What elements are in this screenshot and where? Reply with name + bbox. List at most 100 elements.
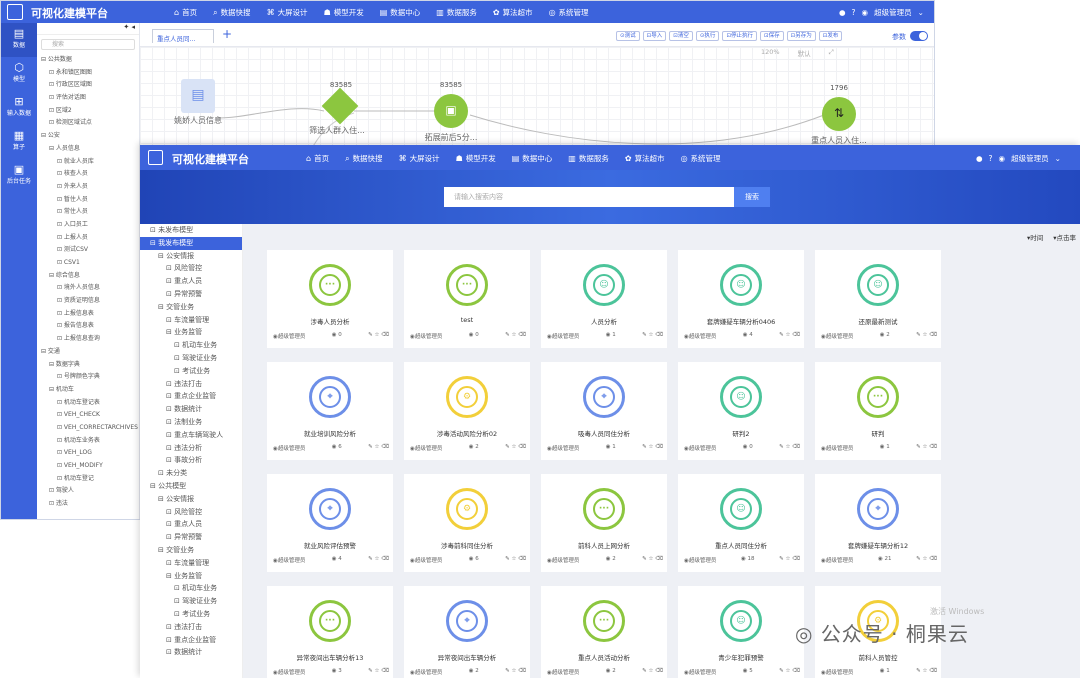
- tree-item[interactable]: ⊡ 异常预警: [140, 288, 242, 301]
- bell-icon[interactable]: ●: [839, 8, 846, 17]
- tree-item[interactable]: ⊡ 区域2: [37, 105, 139, 118]
- tree-item[interactable]: ⊡ 入口员工: [37, 219, 139, 232]
- tree-item[interactable]: ⊡ 风险管控: [140, 262, 242, 275]
- delete-icon[interactable]: ⌫: [518, 556, 526, 562]
- sort-by-time[interactable]: ▾时间: [1027, 232, 1043, 242]
- delete-icon[interactable]: ⌫: [381, 332, 389, 338]
- tree-item[interactable]: ⊟ 公共模型: [140, 480, 242, 493]
- tree-item[interactable]: ⊟ 我发布模型: [140, 236, 242, 250]
- model-card[interactable]: ⌖ 就业培训风险分析 ◉超级管理员 ◉ 6 ✎ ☆ ⌫: [267, 362, 393, 460]
- delete-icon[interactable]: ⌫: [792, 444, 800, 450]
- nav-item[interactable]: ◎ 系统管理: [541, 7, 597, 18]
- delete-icon[interactable]: ⌫: [792, 332, 800, 338]
- rail-item[interactable]: ▦ 算子: [1, 125, 37, 159]
- tree-item[interactable]: ⊡ 报告信息表: [37, 320, 139, 333]
- tree-item[interactable]: ⊡ VEH_CHECK: [37, 409, 139, 422]
- model-card[interactable]: ☺ 青少年犯罪预警 ◉超级管理员 ◉ 5 ✎ ☆ ⌫: [678, 586, 804, 678]
- model-card[interactable]: ☺ 重点人员同住分析 ◉超级管理员 ◉ 18 ✎ ☆ ⌫: [678, 474, 804, 572]
- pin-icon[interactable]: ✦: [123, 23, 129, 31]
- nav-item[interactable]: ⌕ 数据快搜: [337, 153, 390, 164]
- tree-item[interactable]: ⊡ 境外人员信息: [37, 282, 139, 295]
- model-card[interactable]: ··· 异常夜间出车辆分析13 ◉超级管理员 ◉ 3 ✎ ☆ ⌫: [267, 586, 393, 678]
- tree-item[interactable]: ⊡ 未分类: [140, 467, 242, 480]
- tree-item[interactable]: ⊡ 上报信息表: [37, 308, 139, 321]
- tree-item[interactable]: ⊡ 考试业务: [140, 365, 242, 378]
- tree-item[interactable]: ⊡ 机动车业务表: [37, 435, 139, 448]
- tree-item[interactable]: ⊟ 公安情报: [140, 250, 242, 263]
- model-card[interactable]: ⚙ 涉毒前科同住分析 ◉超级管理员 ◉ 6 ✎ ☆ ⌫: [404, 474, 530, 572]
- toolbar-button[interactable]: ⊡清空: [669, 31, 693, 41]
- sort-by-clicks[interactable]: ▾点击率: [1053, 232, 1076, 242]
- nav-item[interactable]: ☗ 模型开发: [316, 7, 372, 18]
- nav-item[interactable]: ⌘ 大屏设计: [391, 153, 448, 164]
- tree-item[interactable]: ⊡ 数据统计: [140, 403, 242, 416]
- param-toggle[interactable]: [910, 31, 928, 41]
- tree-item[interactable]: ⊡ 核查人员: [37, 168, 139, 181]
- tree-item[interactable]: ⊡ 常住人员: [37, 206, 139, 219]
- tree-item[interactable]: ⊟ 公安: [37, 130, 139, 143]
- delete-icon[interactable]: ⌫: [792, 556, 800, 562]
- tree-item[interactable]: ⊡ 永和镇区图图: [37, 67, 139, 80]
- delete-icon[interactable]: ⌫: [518, 332, 526, 338]
- tree-item[interactable]: ⊡ 法制业务: [140, 416, 242, 429]
- nav-item[interactable]: ◎ 系统管理: [673, 153, 729, 164]
- delete-icon[interactable]: ⌫: [381, 556, 389, 562]
- flow-node-source[interactable]: ▤ 姚娇人员信息: [174, 79, 222, 125]
- tree-item[interactable]: ⊡ 机动车登记表: [37, 397, 139, 410]
- tree-item[interactable]: ⊡ VEH_LOG: [37, 447, 139, 460]
- tree-item[interactable]: ⊡ 重点人员: [140, 518, 242, 531]
- tree-item[interactable]: ⊟ 机动车: [37, 384, 139, 397]
- flow-node-filter[interactable]: 83585 筛选人群入住...: [309, 81, 365, 135]
- model-card[interactable]: ··· 重点人员活动分析 ◉超级管理员 ◉ 2 ✎ ☆ ⌫: [541, 586, 667, 678]
- tree-item[interactable]: ⊟ 交通: [37, 346, 139, 359]
- tree-item[interactable]: ⊡ VEH_CORRECTARCHIVES: [37, 422, 139, 435]
- rail-item[interactable]: ▣ 后台任务: [1, 159, 37, 193]
- tree-item[interactable]: ⊡ 行政区区域图: [37, 79, 139, 92]
- rail-item[interactable]: ⊞ 输入数据: [1, 91, 37, 125]
- nav-item[interactable]: ✿ 算法超市: [617, 153, 673, 164]
- delete-icon[interactable]: ⌫: [381, 668, 389, 674]
- nav-item[interactable]: ▤ 数据中心: [372, 7, 429, 18]
- delete-icon[interactable]: ⌫: [792, 668, 800, 674]
- collapse-icon[interactable]: ◂: [131, 23, 135, 31]
- help-icon[interactable]: ?: [852, 8, 856, 17]
- search-button[interactable]: 搜索: [734, 187, 770, 207]
- tree-item[interactable]: ⊡ 异常预警: [140, 531, 242, 544]
- tree-item[interactable]: ⊡ 风险管控: [140, 506, 242, 519]
- tree-item[interactable]: ⊡ 车流量管理: [140, 314, 242, 327]
- delete-icon[interactable]: ⌫: [929, 332, 937, 338]
- tree-item[interactable]: ⊡ 违法分析: [140, 442, 242, 455]
- flow-node-expand[interactable]: 83585 ▣ 拓展前后5分...: [425, 81, 478, 142]
- delete-icon[interactable]: ⌫: [655, 668, 663, 674]
- tree-item[interactable]: ⊡ 测试CSV: [37, 244, 139, 257]
- tree-item[interactable]: ⊡ 驾驶证业务: [140, 595, 242, 608]
- nav-item[interactable]: ▤ 数据中心: [504, 153, 561, 164]
- tree-item[interactable]: ⊡ 检测区域试点: [37, 117, 139, 130]
- toolbar-button[interactable]: ⊙测试: [616, 31, 640, 41]
- tree-item[interactable]: ⊡ 事故分析: [140, 454, 242, 467]
- model-card[interactable]: ··· 研判 ◉超级管理员 ◉ 1 ✎ ☆ ⌫: [815, 362, 941, 460]
- bell-icon[interactable]: ●: [976, 154, 983, 163]
- tree-item[interactable]: ⊟ 公共数据: [37, 54, 139, 67]
- tree-item[interactable]: ⊡ VEH_MODIFY: [37, 460, 139, 473]
- rail-item[interactable]: ▤ 数据: [1, 23, 37, 57]
- model-search-input[interactable]: 请输入搜索内容: [444, 187, 734, 207]
- model-card[interactable]: ☺ 还原最新测试 ◉超级管理员 ◉ 2 ✎ ☆ ⌫: [815, 250, 941, 348]
- tree-item[interactable]: ⊡ 未发布模型: [140, 224, 242, 237]
- model-card[interactable]: ⚙ 涉毒活动风险分析02 ◉超级管理员 ◉ 2 ✎ ☆ ⌫: [404, 362, 530, 460]
- nav-item[interactable]: ⌘ 大屏设计: [259, 7, 316, 18]
- toolbar-button[interactable]: ⊡停止执行: [722, 31, 758, 41]
- tree-item[interactable]: ⊡ 重点企业监管: [140, 634, 242, 647]
- zoom-default[interactable]: 默认: [798, 48, 811, 58]
- delete-icon[interactable]: ⌫: [381, 444, 389, 450]
- nav-item[interactable]: ⌂ 首页: [298, 153, 337, 164]
- tree-item[interactable]: ⊡ 机动车登记: [37, 473, 139, 486]
- tree-item[interactable]: ⊡ 就业人员库: [37, 156, 139, 169]
- tree-item[interactable]: ⊡ 资质证明信息: [37, 295, 139, 308]
- delete-icon[interactable]: ⌫: [929, 668, 937, 674]
- help-icon[interactable]: ?: [989, 154, 993, 163]
- add-tab-icon[interactable]: +: [222, 27, 232, 41]
- zoom-level[interactable]: 120%: [761, 48, 780, 58]
- tree-item[interactable]: ⊟ 公安情报: [140, 493, 242, 506]
- delete-icon[interactable]: ⌫: [655, 444, 663, 450]
